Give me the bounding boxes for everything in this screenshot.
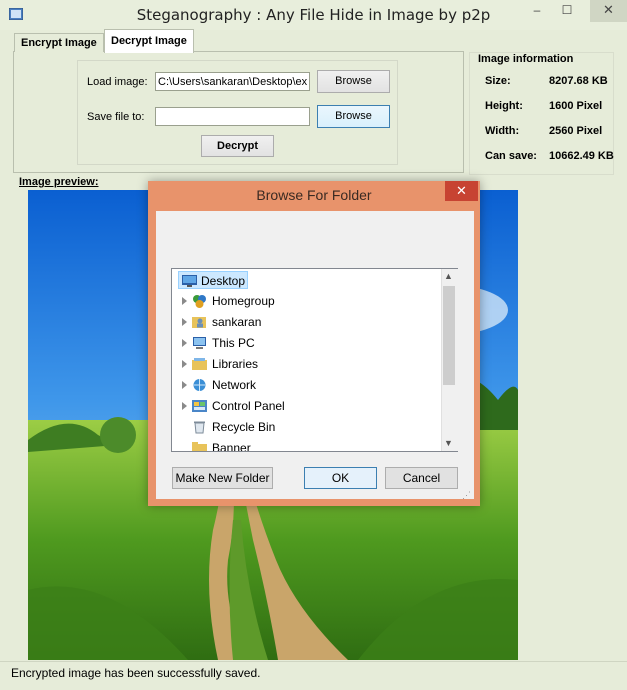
scroll-up-icon[interactable]: ▲ bbox=[444, 271, 453, 281]
browse-save-button[interactable]: Browse bbox=[317, 105, 390, 128]
recycle-bin-icon bbox=[194, 421, 205, 434]
scroll-down-icon[interactable]: ▼ bbox=[444, 438, 453, 448]
expand-network-icon[interactable] bbox=[182, 381, 187, 389]
tree-item-homegroup[interactable]: Homegroup bbox=[212, 292, 275, 310]
tree-item-desktop[interactable]: Desktop bbox=[178, 271, 248, 289]
save-file-label: Save file to: bbox=[87, 111, 145, 123]
info-height-value: 1600 Pixel bbox=[549, 100, 603, 112]
tree-item-recycle-bin[interactable]: Recycle Bin bbox=[212, 418, 275, 436]
homegroup-icon bbox=[193, 295, 206, 308]
tree-item-banner[interactable]: Banner bbox=[212, 439, 251, 451]
desktop-icon bbox=[182, 275, 197, 287]
info-cansave-value: 10662.49 KB bbox=[549, 150, 614, 162]
cancel-button[interactable]: Cancel bbox=[385, 467, 458, 489]
control-panel-icon bbox=[192, 400, 207, 412]
tree-item-libraries[interactable]: Libraries bbox=[212, 355, 258, 373]
load-image-label: Load image: bbox=[87, 76, 148, 88]
load-image-input[interactable]: C:\Users\sankaran\Desktop\ex bbox=[155, 72, 310, 91]
dialog-title: Browse For Folder bbox=[256, 187, 372, 203]
scroll-thumb[interactable] bbox=[443, 286, 455, 385]
expand-homegroup-icon[interactable] bbox=[182, 297, 187, 305]
window-close-button[interactable]: ✕ bbox=[590, 0, 627, 22]
info-width-value: 2560 Pixel bbox=[549, 125, 603, 137]
tree-item-this-pc[interactable]: This PC bbox=[212, 334, 255, 352]
libraries-icon bbox=[192, 358, 207, 370]
image-info-title: Image information bbox=[478, 53, 574, 65]
image-preview-label: Image preview: bbox=[19, 176, 99, 188]
tree-item-network[interactable]: Network bbox=[212, 376, 256, 394]
make-new-folder-button[interactable]: Make New Folder bbox=[172, 467, 273, 489]
expand-libraries-icon[interactable] bbox=[182, 360, 187, 368]
folder-icon bbox=[192, 442, 207, 451]
expand-sankaran-icon[interactable] bbox=[182, 318, 187, 326]
user-folder-icon bbox=[192, 317, 206, 328]
resize-grip-icon[interactable]: ⋰ bbox=[462, 490, 471, 501]
tree-item-label: Desktop bbox=[201, 274, 246, 288]
network-icon bbox=[193, 379, 206, 391]
folder-tree[interactable]: Desktop Homegroup sankaran This PC Libra… bbox=[171, 268, 458, 452]
ok-button[interactable]: OK bbox=[304, 467, 377, 489]
tree-item-control-panel[interactable]: Control Panel bbox=[212, 397, 285, 415]
expand-control-panel-icon[interactable] bbox=[182, 402, 187, 410]
minimize-button[interactable]: – bbox=[522, 0, 552, 22]
dialog-close-button[interactable]: ✕ bbox=[445, 181, 478, 201]
info-height-label: Height: bbox=[485, 100, 523, 112]
tree-item-sankaran[interactable]: sankaran bbox=[212, 313, 261, 331]
info-cansave-label: Can save: bbox=[485, 150, 537, 162]
info-size-value: 8207.68 KB bbox=[549, 75, 608, 87]
tab-encrypt-image[interactable]: Encrypt Image bbox=[14, 33, 104, 52]
tab-decrypt-image[interactable]: Decrypt Image bbox=[104, 29, 194, 53]
status-text: Encrypted image has been successfully sa… bbox=[11, 666, 261, 680]
info-width-label: Width: bbox=[485, 125, 520, 137]
save-file-input[interactable] bbox=[155, 107, 310, 126]
maximize-button[interactable]: ☐ bbox=[552, 0, 582, 22]
computer-icon bbox=[193, 337, 206, 349]
browse-load-button[interactable]: Browse bbox=[317, 70, 390, 93]
decrypt-button[interactable]: Decrypt bbox=[201, 135, 274, 157]
info-size-label: Size: bbox=[485, 75, 511, 87]
expand-this-pc-icon[interactable] bbox=[182, 339, 187, 347]
